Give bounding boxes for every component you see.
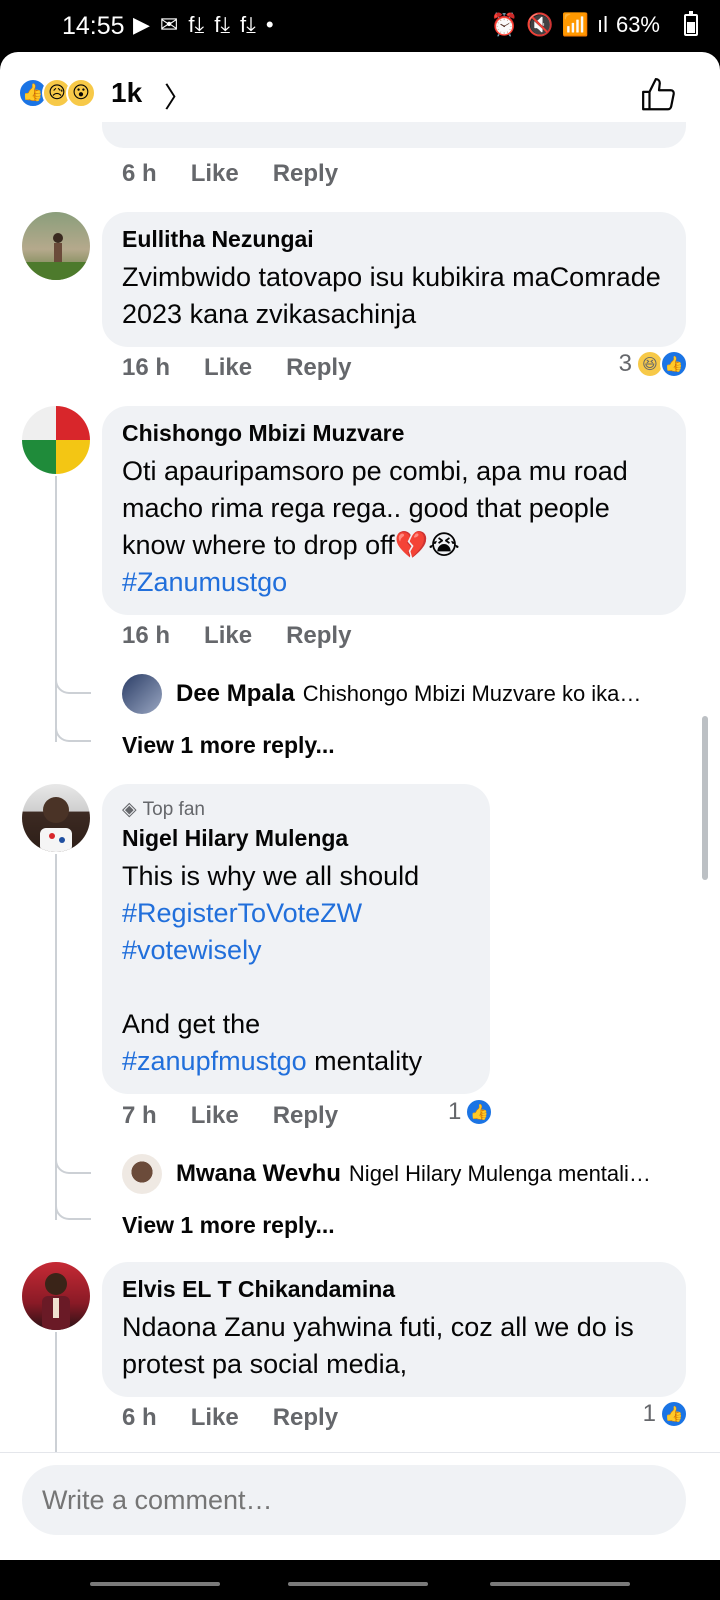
like-outline-icon[interactable]: [640, 76, 678, 114]
home-button[interactable]: [288, 1582, 428, 1586]
wow-reaction-icon: 😮: [66, 78, 96, 108]
comment-actions: 6 h Like Reply: [122, 160, 372, 188]
hashtag-link[interactable]: #Zanumustgo: [122, 567, 287, 597]
like-reaction-icon: 👍: [660, 1400, 688, 1428]
reply-button[interactable]: Reply: [273, 1404, 338, 1432]
reply-button[interactable]: Reply: [273, 160, 338, 188]
status-time: 14:55: [62, 12, 125, 40]
comment-bubble: Eullitha Nezungai Zvimbwido tatovapo isu…: [102, 212, 686, 347]
view-more-replies-link[interactable]: View 1 more reply...: [122, 732, 335, 759]
avatar[interactable]: [122, 1154, 162, 1194]
youtube-icon: ▶: [133, 12, 150, 37]
more-dot-icon: •: [265, 12, 274, 37]
reply-button[interactable]: Reply: [273, 1102, 338, 1130]
comment-time: 6 h: [122, 1404, 157, 1431]
previous-comment-bubble: [102, 122, 686, 148]
signal-icon: ıl: [596, 12, 608, 37]
mail-icon: ✉: [159, 12, 179, 37]
comment-reactions[interactable]: 1 👍: [448, 1098, 494, 1126]
reaction-count: 1: [642, 1400, 656, 1427]
back-button[interactable]: [490, 1582, 630, 1586]
reaction-icons: 👍 😥 😮: [18, 78, 96, 108]
comment-actions: 16 h Like Reply: [122, 354, 385, 382]
facebook-download-icon: f⤓: [240, 12, 256, 37]
hashtag-link[interactable]: #zanupfmustgo: [122, 1046, 307, 1076]
system-icons: ⏰ 🔇 📶 ıl 63%: [491, 12, 660, 38]
avatar[interactable]: [22, 784, 90, 852]
comment-author[interactable]: Nigel Hilary Mulenga: [122, 825, 470, 852]
reply-snippet: Nigel Hilary Mulenga mentali…: [348, 1161, 651, 1186]
comment-text: This is why we all should #RegisterToVot…: [122, 858, 470, 1080]
like-reaction-icon: 👍: [660, 350, 688, 378]
comment-bubble: ◈ Top fan Nigel Hilary Mulenga This is w…: [102, 784, 490, 1094]
thread-line: [55, 476, 57, 742]
chevron-right-icon[interactable]: 〉: [164, 76, 192, 116]
comment-input[interactable]: [22, 1465, 686, 1535]
battery-percent: 63%: [615, 12, 660, 37]
comment-time: 7 h: [122, 1102, 157, 1129]
notification-icons: ▶ ✉ f⤓ f⤓ f⤓ •: [133, 12, 274, 38]
comment-author[interactable]: Chishongo Mbizi Muzvare: [122, 420, 666, 447]
comment-reactions[interactable]: 1 👍: [643, 1400, 688, 1428]
comment-time: 16 h: [122, 354, 171, 381]
comment-reactions[interactable]: 3 😆 👍: [619, 350, 688, 378]
status-bar: 14:55 ▶ ✉ f⤓ f⤓ f⤓ • ⏰ 🔇 📶 ıl 63%: [0, 0, 720, 52]
comment-author[interactable]: Eullitha Nezungai: [122, 226, 666, 253]
comment-text: Oti apauripamsoro pe combi, apa mu road …: [122, 456, 628, 597]
navigation-bar: [0, 1560, 720, 1600]
comment-actions: 16 h Like Reply: [122, 622, 385, 650]
reply-preview[interactable]: Mwana Wevhu Nigel Hilary Mulenga mentali…: [122, 1154, 692, 1194]
avatar[interactable]: [22, 212, 90, 280]
like-reaction-icon: 👍: [465, 1098, 494, 1126]
comment-time: 6 h: [122, 160, 157, 187]
comment-text: Zvimbwido tatovapo isu kubikira maComrad…: [122, 262, 661, 329]
scrollbar[interactable]: [702, 716, 708, 880]
comment-actions: 7 h Like Reply: [122, 1102, 372, 1130]
diamond-icon: ◈: [122, 799, 137, 820]
reply-button[interactable]: Reply: [286, 622, 351, 650]
comment-bubble: Chishongo Mbizi Muzvare Oti apauripamsor…: [102, 406, 686, 615]
reply-author[interactable]: Mwana Wevhu: [176, 1160, 341, 1188]
thread-connector: [55, 1200, 91, 1220]
comments-sheet: 👍 😥 😮 1k 〉 6 h Like Reply Eullitha Nezun…: [0, 52, 720, 1560]
avatar[interactable]: [122, 674, 162, 714]
wifi-icon: 📶: [561, 12, 589, 37]
emoji: 💔😭: [394, 530, 460, 560]
comment-composer: [0, 1452, 720, 1560]
thread-connector: [55, 1154, 91, 1174]
comment-author[interactable]: Elvis EL T Chikandamina: [122, 1276, 666, 1303]
thread-line: [55, 1332, 57, 1452]
comment-text: Ndaona Zanu yahwina futi, coz all we do …: [122, 1312, 634, 1379]
like-button[interactable]: Like: [191, 160, 239, 188]
reaction-count: 3: [618, 350, 632, 377]
hashtag-link[interactable]: #votewisely: [122, 932, 470, 969]
facebook-download-icon: f⤓: [214, 12, 231, 37]
facebook-download-icon: f⤓: [188, 12, 205, 37]
reaction-count: 1: [448, 1098, 462, 1125]
like-button[interactable]: Like: [191, 1404, 239, 1432]
like-button[interactable]: Like: [191, 1102, 239, 1130]
reply-author[interactable]: Dee Mpala: [176, 680, 295, 708]
hashtag-link[interactable]: #RegisterToVoteZW: [122, 895, 470, 932]
recent-apps-button[interactable]: [90, 1582, 220, 1586]
comment-actions: 6 h Like Reply: [122, 1404, 372, 1432]
reaction-count[interactable]: 1k: [111, 77, 142, 109]
top-fan-badge: ◈ Top fan: [122, 798, 205, 821]
mute-icon: 🔇: [526, 12, 554, 37]
alarm-icon: ⏰: [490, 12, 519, 37]
thread-connector: [55, 674, 91, 694]
reply-snippet: Chishongo Mbizi Muzvare ko ika…: [302, 681, 642, 706]
thread-connector: [55, 722, 91, 742]
reply-preview[interactable]: Dee Mpala Chishongo Mbizi Muzvare ko ika…: [122, 674, 692, 714]
comment-bubble: Elvis EL T Chikandamina Ndaona Zanu yahw…: [102, 1262, 686, 1397]
avatar[interactable]: [22, 406, 90, 474]
view-more-replies-link[interactable]: View 1 more reply...: [122, 1212, 335, 1239]
comment-time: 16 h: [122, 622, 171, 649]
like-button[interactable]: Like: [204, 354, 252, 382]
reply-button[interactable]: Reply: [286, 354, 351, 382]
battery-icon: [684, 11, 698, 36]
avatar[interactable]: [22, 1262, 90, 1330]
like-button[interactable]: Like: [204, 622, 252, 650]
